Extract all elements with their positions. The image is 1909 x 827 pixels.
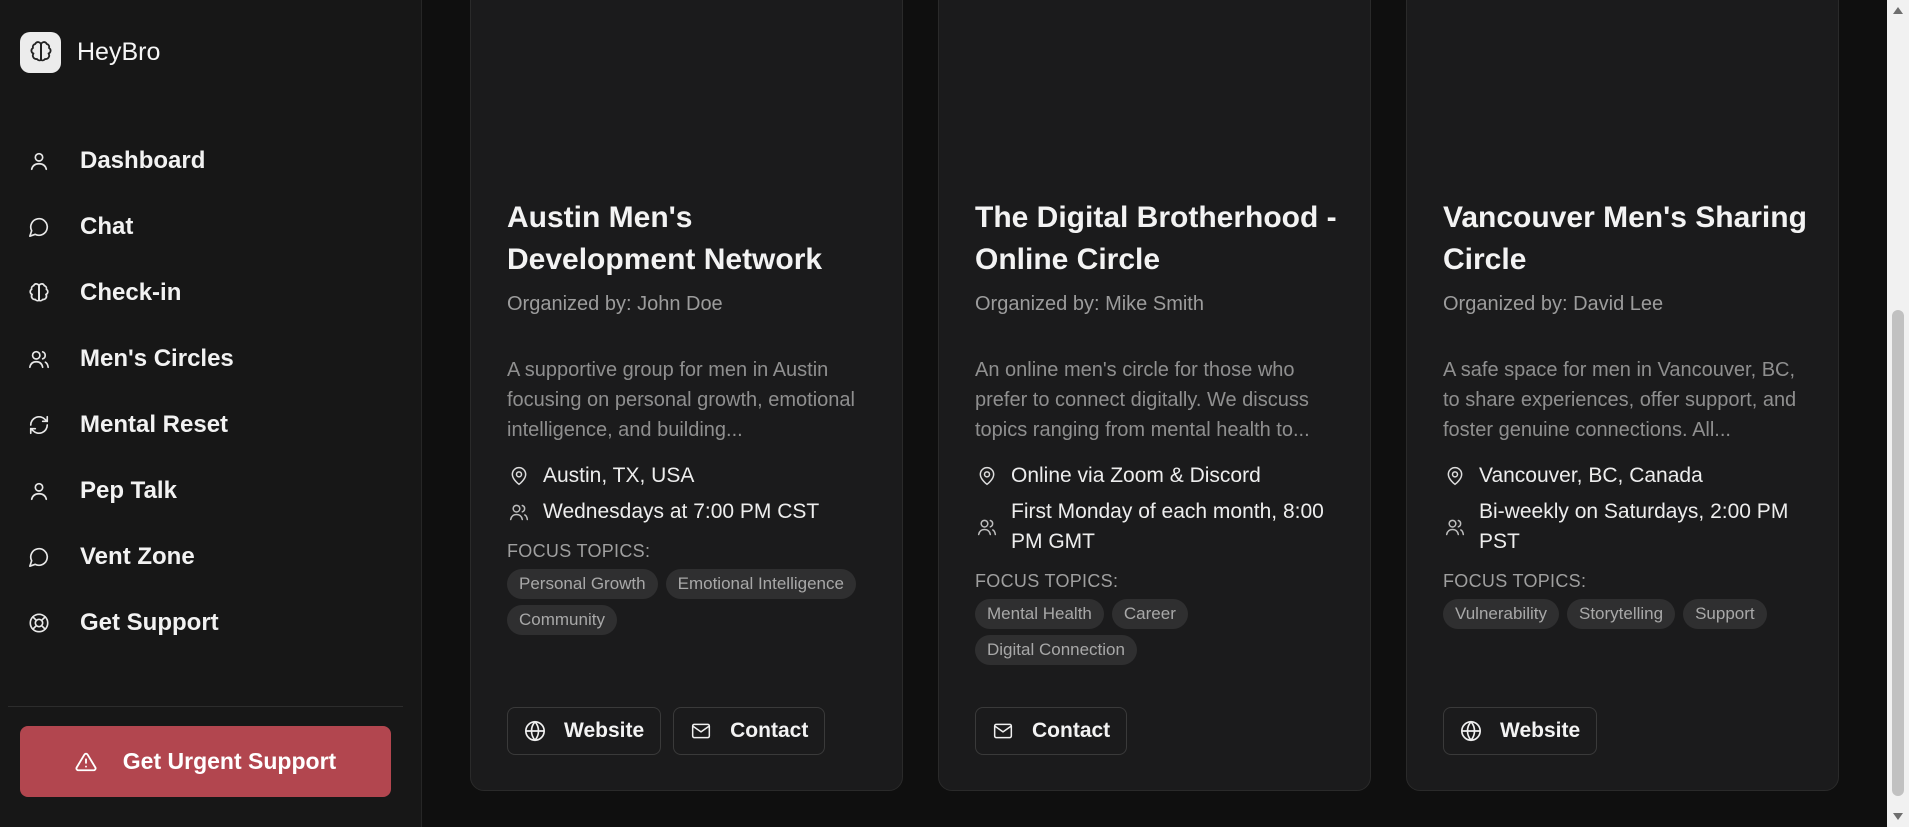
circle-location: Austin, TX, USA bbox=[507, 461, 877, 491]
focus-topics-label: FOCUS TOPICS: bbox=[975, 571, 1119, 591]
circle-description: A safe space for men in Vancouver, BC, t… bbox=[1443, 359, 1797, 441]
app-name: HeyBro bbox=[77, 37, 161, 66]
brain-icon bbox=[20, 31, 61, 73]
contact-label: Contact bbox=[1032, 719, 1111, 742]
sidebar-item-label: Check-in bbox=[80, 279, 182, 306]
contact-button[interactable]: Contact bbox=[673, 707, 826, 755]
sidebar-item-mental-reset[interactable]: Mental Reset bbox=[0, 392, 421, 458]
sidebar-item-label: Get Support bbox=[80, 609, 219, 636]
topic-tag: Support bbox=[1683, 599, 1767, 629]
get-urgent-support-button[interactable]: Get Urgent Support bbox=[20, 726, 391, 797]
sidebar-item-mens-circles[interactable]: Men's Circles bbox=[0, 326, 421, 392]
sidebar-nav: Dashboard Chat Check-in Men's Circles Me… bbox=[0, 128, 421, 656]
sidebar-item-pep-talk[interactable]: Pep Talk bbox=[0, 458, 421, 524]
globe-icon bbox=[1460, 720, 1482, 742]
circle-description: An online men's circle for those who pre… bbox=[975, 359, 1310, 441]
sidebar-item-label: Chat bbox=[80, 213, 134, 240]
sidebar-divider bbox=[8, 706, 403, 707]
circle-card: Austin Men's Development Network Organiz… bbox=[470, 0, 903, 791]
sidebar-item-label: Vent Zone bbox=[80, 543, 195, 570]
website-button[interactable]: Website bbox=[507, 707, 662, 755]
topic-tags: Personal Growth Emotional Intelligence C… bbox=[507, 569, 877, 635]
focus-topics-label: FOCUS TOPICS: bbox=[507, 541, 651, 561]
circle-schedule: First Monday of each month, 8:00 PM GMT bbox=[975, 497, 1345, 557]
website-label: Website bbox=[564, 719, 645, 742]
scroll-up-arrow-icon[interactable] bbox=[1893, 7, 1903, 14]
map-pin-icon bbox=[975, 461, 999, 491]
topic-tag: Storytelling bbox=[1566, 599, 1676, 629]
schedule-text: First Monday of each month, 8:00 PM GMT bbox=[1011, 500, 1324, 553]
globe-icon bbox=[524, 720, 546, 742]
card-actions: Contact bbox=[975, 707, 1128, 755]
warning-icon bbox=[75, 751, 97, 773]
circle-organizer: Organized by: Mike Smith bbox=[975, 293, 1204, 315]
topic-tags: Mental Health Career Digital Connection bbox=[975, 599, 1345, 665]
circle-card: The Digital Brotherhood - Online Circle … bbox=[938, 0, 1371, 791]
mail-icon bbox=[992, 721, 1014, 741]
map-pin-icon bbox=[1443, 461, 1467, 491]
scroll-down-arrow-icon[interactable] bbox=[1893, 813, 1903, 820]
circle-title: Austin Men's Development Network bbox=[507, 201, 823, 276]
focus-topics-label: FOCUS TOPICS: bbox=[1443, 571, 1587, 591]
circle-schedule: Wednesdays at 7:00 PM CST bbox=[507, 497, 877, 527]
card-actions: Website bbox=[1443, 707, 1598, 755]
sidebar-item-label: Men's Circles bbox=[80, 345, 234, 372]
users-icon bbox=[975, 497, 999, 557]
topic-tag: Career bbox=[1111, 599, 1188, 629]
location-text: Vancouver, BC, Canada bbox=[1479, 464, 1703, 487]
topic-tag: Vulnerability bbox=[1443, 599, 1559, 629]
refresh-icon bbox=[26, 412, 52, 438]
user-icon bbox=[26, 148, 52, 174]
brand[interactable]: HeyBro bbox=[20, 30, 160, 74]
chat-bubble-icon bbox=[26, 214, 52, 240]
schedule-text: Bi-weekly on Saturdays, 2:00 PM PST bbox=[1479, 500, 1789, 553]
topic-tag: Emotional Intelligence bbox=[665, 569, 856, 599]
users-icon bbox=[26, 346, 52, 372]
topic-tags: Vulnerability Storytelling Support bbox=[1443, 599, 1813, 629]
sidebar-item-check-in[interactable]: Check-in bbox=[0, 260, 421, 326]
sidebar-item-get-support[interactable]: Get Support bbox=[0, 590, 421, 656]
topic-tag: Community bbox=[507, 605, 617, 635]
sidebar-item-label: Pep Talk bbox=[80, 477, 177, 504]
sidebar-item-vent-zone[interactable]: Vent Zone bbox=[0, 524, 421, 590]
page-scrollbar[interactable] bbox=[1887, 0, 1909, 827]
card-actions: Website Contact bbox=[507, 707, 826, 755]
users-icon bbox=[1443, 497, 1467, 557]
scrollbar-thumb[interactable] bbox=[1892, 310, 1904, 796]
sidebar-item-chat[interactable]: Chat bbox=[0, 194, 421, 260]
sidebar: HeyBro Dashboard Chat Check-in Men's Cir… bbox=[0, 0, 422, 827]
circles-list: Austin Men's Development Network Organiz… bbox=[422, 0, 1887, 827]
circle-location: Online via Zoom & Discord bbox=[975, 461, 1345, 491]
sidebar-item-label: Dashboard bbox=[80, 147, 206, 174]
website-label: Website bbox=[1500, 719, 1581, 742]
circle-description: A supportive group for men in Austin foc… bbox=[507, 359, 855, 441]
users-icon bbox=[507, 497, 531, 527]
circle-title: The Digital Brotherhood - Online Circle bbox=[975, 201, 1337, 276]
topic-tag: Mental Health bbox=[975, 599, 1104, 629]
contact-button[interactable]: Contact bbox=[975, 707, 1128, 755]
brain-icon bbox=[26, 280, 52, 306]
location-text: Austin, TX, USA bbox=[543, 464, 695, 487]
circle-schedule: Bi-weekly on Saturdays, 2:00 PM PST bbox=[1443, 497, 1813, 557]
sidebar-item-dashboard[interactable]: Dashboard bbox=[0, 128, 421, 194]
website-button[interactable]: Website bbox=[1443, 707, 1598, 755]
map-pin-icon bbox=[507, 461, 531, 491]
circle-location: Vancouver, BC, Canada bbox=[1443, 461, 1813, 491]
schedule-text: Wednesdays at 7:00 PM CST bbox=[543, 500, 820, 523]
lifebuoy-icon bbox=[26, 610, 52, 636]
urgent-label: Get Urgent Support bbox=[122, 748, 337, 774]
user-icon bbox=[26, 478, 52, 504]
circle-organizer: Organized by: John Doe bbox=[507, 293, 723, 315]
mail-icon bbox=[690, 721, 712, 741]
circle-card: Vancouver Men's Sharing Circle Organized… bbox=[1406, 0, 1839, 791]
topic-tag: Personal Growth bbox=[507, 569, 658, 599]
topic-tag: Digital Connection bbox=[975, 635, 1137, 665]
circle-organizer: Organized by: David Lee bbox=[1443, 293, 1664, 315]
contact-label: Contact bbox=[730, 719, 809, 742]
sidebar-item-label: Mental Reset bbox=[80, 411, 229, 438]
chat-bubble-icon bbox=[26, 544, 52, 570]
location-text: Online via Zoom & Discord bbox=[1011, 464, 1261, 487]
circle-title: Vancouver Men's Sharing Circle bbox=[1443, 201, 1807, 276]
